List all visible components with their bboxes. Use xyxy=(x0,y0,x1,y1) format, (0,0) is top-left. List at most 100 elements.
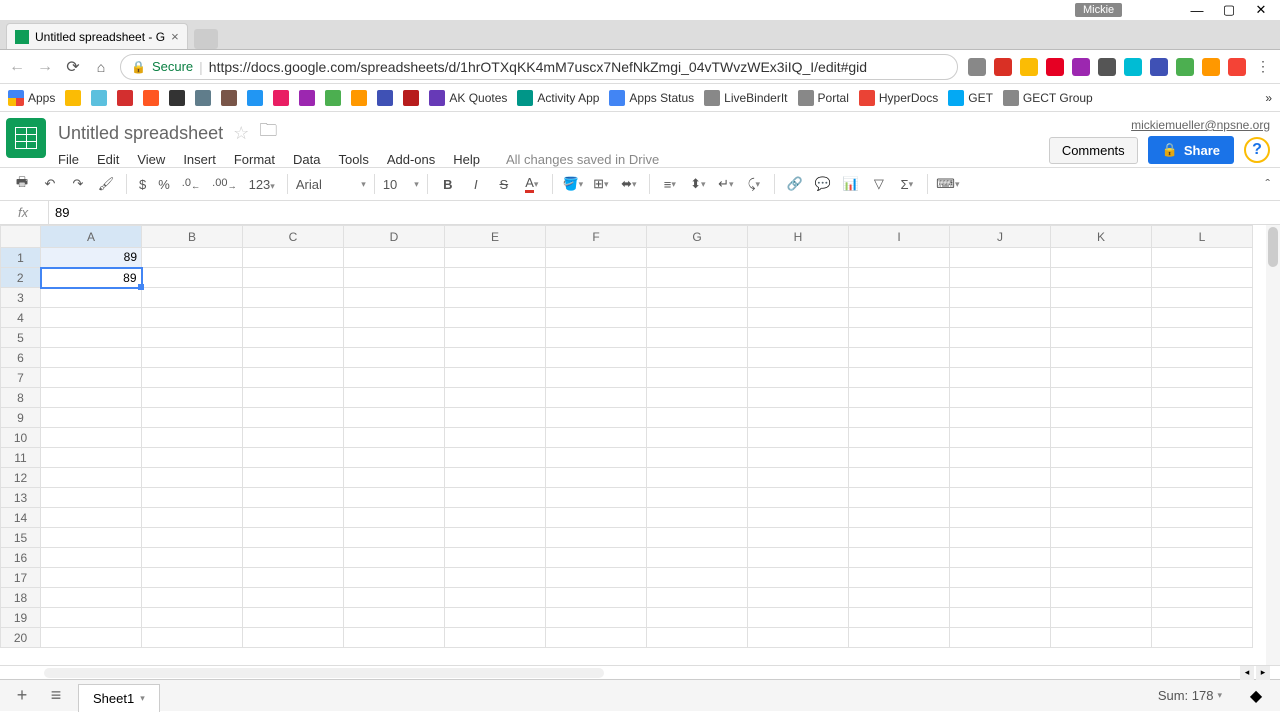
cell-K2[interactable] xyxy=(1051,268,1152,288)
row-header-3[interactable]: 3 xyxy=(1,288,41,308)
forward-button[interactable]: → xyxy=(36,58,54,76)
cell-L3[interactable] xyxy=(1152,288,1253,308)
cell-C8[interactable] xyxy=(243,388,344,408)
bm-get[interactable]: GET xyxy=(948,90,993,106)
bm-portal[interactable]: Portal xyxy=(798,90,849,106)
cell-H7[interactable] xyxy=(748,368,849,388)
cell-K5[interactable] xyxy=(1051,328,1152,348)
cell-B13[interactable] xyxy=(142,488,243,508)
ext-icon-7[interactable] xyxy=(1202,58,1220,76)
cell-H18[interactable] xyxy=(748,588,849,608)
cell-A19[interactable] xyxy=(41,608,142,628)
cell-D16[interactable] xyxy=(344,548,445,568)
cell-L9[interactable] xyxy=(1152,408,1253,428)
cell-E6[interactable] xyxy=(445,348,546,368)
ext-icon-1[interactable] xyxy=(994,58,1012,76)
cell-J1[interactable] xyxy=(950,248,1051,268)
bookmarks-overflow[interactable]: » xyxy=(1265,91,1272,105)
bm-icon-8[interactable] xyxy=(247,90,263,106)
cell-G5[interactable] xyxy=(647,328,748,348)
cell-I8[interactable] xyxy=(849,388,950,408)
cell-G8[interactable] xyxy=(647,388,748,408)
cell-B16[interactable] xyxy=(142,548,243,568)
cell-D6[interactable] xyxy=(344,348,445,368)
cell-D4[interactable] xyxy=(344,308,445,328)
pinterest-icon[interactable] xyxy=(1046,58,1064,76)
cell-C10[interactable] xyxy=(243,428,344,448)
cell-C19[interactable] xyxy=(243,608,344,628)
bm-icon-9[interactable] xyxy=(273,90,289,106)
cell-E17[interactable] xyxy=(445,568,546,588)
menu-data[interactable]: Data xyxy=(293,152,320,167)
cell-F7[interactable] xyxy=(546,368,647,388)
menu-format[interactable]: Format xyxy=(234,152,275,167)
cell-C9[interactable] xyxy=(243,408,344,428)
formula-input[interactable]: 89 xyxy=(48,201,1280,224)
cell-G6[interactable] xyxy=(647,348,748,368)
cell-B6[interactable] xyxy=(142,348,243,368)
bm-icon-1[interactable] xyxy=(65,90,81,106)
row-header-8[interactable]: 8 xyxy=(1,388,41,408)
cell-G19[interactable] xyxy=(647,608,748,628)
cell-J5[interactable] xyxy=(950,328,1051,348)
cell-A8[interactable] xyxy=(41,388,142,408)
cell-F2[interactable] xyxy=(546,268,647,288)
cell-K13[interactable] xyxy=(1051,488,1152,508)
cell-A9[interactable] xyxy=(41,408,142,428)
scroll-right-icon[interactable]: ▸ xyxy=(1256,666,1270,680)
bold-icon[interactable]: B xyxy=(436,172,460,196)
cell-D1[interactable] xyxy=(344,248,445,268)
cell-L20[interactable] xyxy=(1152,628,1253,648)
cell-A20[interactable] xyxy=(41,628,142,648)
cell-A18[interactable] xyxy=(41,588,142,608)
help-button[interactable]: ? xyxy=(1244,137,1270,163)
cell-D3[interactable] xyxy=(344,288,445,308)
col-header-D[interactable]: D xyxy=(344,226,445,248)
cell-L16[interactable] xyxy=(1152,548,1253,568)
cell-K18[interactable] xyxy=(1051,588,1152,608)
cell-C15[interactable] xyxy=(243,528,344,548)
ext-icon-8[interactable] xyxy=(1228,58,1246,76)
star-icon[interactable]: ☆ xyxy=(233,123,249,144)
cell-J14[interactable] xyxy=(950,508,1051,528)
dec-decimal[interactable]: .0← xyxy=(178,177,204,191)
cell-I6[interactable] xyxy=(849,348,950,368)
cell-H16[interactable] xyxy=(748,548,849,568)
cell-E4[interactable] xyxy=(445,308,546,328)
cell-K19[interactable] xyxy=(1051,608,1152,628)
cell-H4[interactable] xyxy=(748,308,849,328)
cell-L18[interactable] xyxy=(1152,588,1253,608)
strike-icon[interactable]: S xyxy=(492,172,516,196)
borders-icon[interactable]: ⊞▾ xyxy=(589,172,613,196)
cell-G7[interactable] xyxy=(647,368,748,388)
cell-G14[interactable] xyxy=(647,508,748,528)
bm-activity-app[interactable]: Activity App xyxy=(517,90,599,106)
cell-C1[interactable] xyxy=(243,248,344,268)
collapse-toolbar-icon[interactable]: ˆ xyxy=(1265,176,1270,192)
cell-B3[interactable] xyxy=(142,288,243,308)
cell-H10[interactable] xyxy=(748,428,849,448)
cell-C5[interactable] xyxy=(243,328,344,348)
print-icon[interactable]: 🖶 xyxy=(10,172,34,196)
cell-J2[interactable] xyxy=(950,268,1051,288)
folder-icon[interactable]: 🗀 xyxy=(259,118,277,148)
row-header-16[interactable]: 16 xyxy=(1,548,41,568)
ext-icon-4[interactable] xyxy=(1124,58,1142,76)
cell-L14[interactable] xyxy=(1152,508,1253,528)
col-header-A[interactable]: A xyxy=(41,226,142,248)
cell-F19[interactable] xyxy=(546,608,647,628)
cell-F20[interactable] xyxy=(546,628,647,648)
cell-G4[interactable] xyxy=(647,308,748,328)
cell-I1[interactable] xyxy=(849,248,950,268)
cell-I11[interactable] xyxy=(849,448,950,468)
cell-J12[interactable] xyxy=(950,468,1051,488)
cell-D12[interactable] xyxy=(344,468,445,488)
cell-H20[interactable] xyxy=(748,628,849,648)
cell-J13[interactable] xyxy=(950,488,1051,508)
bm-icon-3[interactable] xyxy=(117,90,133,106)
back-button[interactable]: ← xyxy=(8,58,26,76)
browser-tab[interactable]: Untitled spreadsheet - G × xyxy=(6,23,188,49)
cell-L5[interactable] xyxy=(1152,328,1253,348)
row-header-20[interactable]: 20 xyxy=(1,628,41,648)
cell-K4[interactable] xyxy=(1051,308,1152,328)
